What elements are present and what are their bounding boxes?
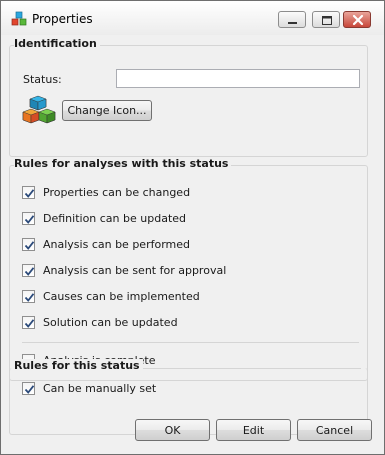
identification-title: Identification	[14, 37, 100, 50]
minimize-icon	[288, 22, 297, 24]
checkbox[interactable]	[22, 382, 35, 395]
minimize-button[interactable]	[278, 11, 306, 28]
checkbox[interactable]	[22, 212, 35, 225]
title-bar[interactable]: Properties	[1, 1, 384, 35]
maximize-icon	[322, 16, 332, 25]
ok-button[interactable]: OK	[135, 419, 210, 441]
separator	[22, 342, 359, 343]
checkbox-label: Analysis can be performed	[43, 238, 190, 251]
checkbox[interactable]	[22, 186, 35, 199]
checkmark-icon	[24, 267, 35, 276]
checkbox-label: Analysis can be sent for approval	[43, 264, 227, 277]
close-button[interactable]	[343, 11, 371, 28]
identification-group: Identification Status: Change Icon...	[9, 37, 368, 157]
rules-status-title: Rules for this status	[14, 359, 143, 372]
status-label: Status:	[23, 73, 62, 86]
properties-window: Properties Identification Status: Change…	[0, 0, 385, 455]
cubes-icon	[11, 11, 27, 26]
checkbox[interactable]	[22, 290, 35, 303]
close-icon	[352, 14, 364, 26]
maximize-button[interactable]	[312, 11, 340, 28]
checkbox[interactable]	[22, 264, 35, 277]
checkmark-icon	[24, 215, 35, 224]
checkbox-label: Causes can be implemented	[43, 290, 200, 303]
cancel-button[interactable]: Cancel	[297, 419, 372, 441]
checkbox[interactable]	[22, 238, 35, 251]
checkbox-label: Definition can be updated	[43, 212, 187, 225]
checkbox-label: Can be manually set	[43, 382, 157, 395]
checkbox-label: Properties can be changed	[43, 186, 191, 199]
rules-analyses-title: Rules for analyses with this status	[14, 157, 232, 170]
checkmark-icon	[24, 385, 35, 394]
change-icon-button[interactable]: Change Icon...	[62, 100, 152, 121]
edit-button[interactable]: Edit	[216, 419, 291, 441]
group-border	[120, 368, 361, 369]
window-title: Properties	[32, 12, 93, 26]
checkmark-icon	[24, 319, 35, 328]
colored-cubes-icon	[22, 95, 56, 124]
dialog-client-area: Identification Status: Change Icon... Ru…	[9, 35, 376, 446]
checkmark-icon	[24, 293, 35, 302]
checkmark-icon	[24, 189, 35, 198]
checkbox-label: Solution can be updated	[43, 316, 178, 329]
checkmark-icon	[24, 241, 35, 250]
rules-analyses-group: Rules for analyses with this status Prop…	[9, 157, 368, 381]
status-input[interactable]	[116, 69, 360, 88]
checkbox[interactable]	[22, 316, 35, 329]
